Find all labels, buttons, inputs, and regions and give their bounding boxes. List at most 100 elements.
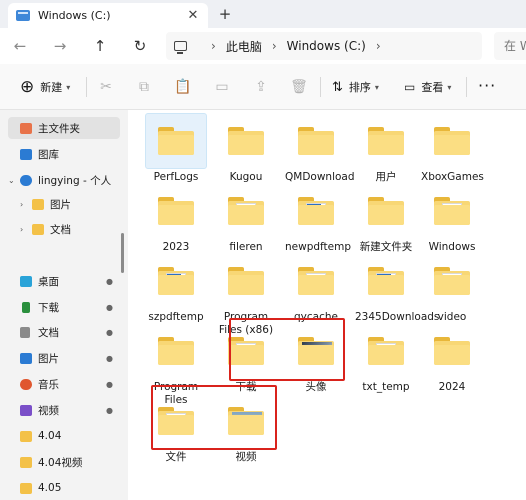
sidebar-item-label: 文档 (38, 326, 59, 339)
breadcrumb-windows-c[interactable]: Windows (C:) (287, 39, 366, 53)
folder-tile (421, 113, 483, 169)
new-label: 新建 (40, 81, 63, 94)
folder-icon (158, 267, 194, 295)
sidebar-item-label: 4.04视频 (38, 456, 83, 469)
folder-icon (158, 197, 194, 225)
share-icon[interactable]: ⇪ (252, 78, 270, 96)
search-input[interactable]: 在 W (494, 32, 526, 60)
folder-item[interactable]: XboxGames (421, 113, 484, 184)
folder-item[interactable]: Windows (421, 183, 483, 254)
sidebar-item-onedrive-pictures[interactable]: › 图片 (20, 193, 71, 215)
folder-tile (285, 113, 347, 169)
folder-item[interactable]: Kugou (215, 113, 277, 184)
cut-icon[interactable]: ✂ (97, 78, 115, 96)
sort-label: 排序 (348, 81, 371, 94)
address-bar-row: ← → ↑ ↻ › 此电脑 › Windows (C:) › 在 W (0, 28, 526, 64)
more-options-button[interactable]: ··· (478, 76, 496, 95)
folder-item[interactable]: 2345Downloads (355, 253, 439, 324)
sidebar-item-4-04[interactable]: 4.04 (8, 425, 61, 447)
folder-item[interactable]: 2023 (145, 183, 207, 254)
folder-icon (20, 456, 32, 468)
view-button[interactable]: ▭ 查看 ▾ (404, 79, 451, 95)
folder-tile (355, 183, 417, 239)
folder-item[interactable]: video (421, 253, 483, 324)
folder-tile (145, 183, 207, 239)
pin-icon[interactable]: ● (106, 277, 113, 286)
rename-icon[interactable]: ▭ (213, 78, 231, 96)
chevron-down-icon: ▾ (447, 82, 452, 92)
expander-expanded-icon[interactable]: ⌄ (8, 176, 20, 185)
expander-icon[interactable]: › (20, 200, 32, 209)
folder-icon (434, 197, 470, 225)
refresh-button[interactable]: ↻ (120, 37, 160, 55)
folder-icon (298, 267, 334, 295)
sidebar-item-onedrive[interactable]: ⌄ lingying - 个人 (8, 169, 111, 191)
view-icon: ▭ (404, 80, 416, 94)
sidebar-item-label: 4.05 (38, 482, 62, 494)
folder-tile (145, 113, 207, 169)
sidebar-item-desktop[interactable]: 桌面 (8, 270, 59, 292)
new-tab-button[interactable]: + (216, 5, 234, 23)
folder-item[interactable]: fileren (215, 183, 277, 254)
folder-tile (145, 253, 207, 309)
paste-icon[interactable]: 📋 (174, 78, 192, 96)
expander-icon[interactable]: › (20, 225, 32, 234)
folder-tile (355, 253, 417, 309)
folder-item[interactable]: qycache (285, 253, 347, 324)
folder-item[interactable]: QMDownload (285, 113, 355, 184)
pin-icon[interactable]: ● (106, 380, 113, 389)
desktop-icon (20, 275, 32, 287)
sidebar-item-4-04-video[interactable]: 4.04视频 (8, 451, 82, 473)
sidebar-item-label: lingying - 个人 (38, 174, 112, 187)
home-icon (20, 122, 32, 134)
breadcrumb[interactable]: › 此电脑 › Windows (C:) › (166, 32, 482, 60)
folder-item[interactable]: PerfLogs (145, 113, 207, 184)
folder-item[interactable]: 用户 (355, 113, 417, 184)
onedrive-icon (20, 174, 32, 186)
sidebar-item-gallery[interactable]: 图库 (8, 143, 59, 165)
copy-icon[interactable]: ⧉ (135, 78, 153, 96)
breadcrumb-this-pc[interactable]: 此电脑 (226, 38, 262, 55)
sidebar-item-4-05[interactable]: 4.05 (8, 477, 61, 499)
sidebar-item-label: 图片 (38, 352, 59, 365)
folder-item[interactable]: szpdftemp (145, 253, 207, 324)
folder-item[interactable]: txt_temp (355, 323, 417, 394)
folder-tile (215, 183, 277, 239)
folder-item[interactable]: 2024 (421, 323, 483, 394)
sidebar-item-videos[interactable]: 视频 (8, 399, 59, 421)
sidebar-item-label: 图片 (50, 198, 71, 211)
sidebar-item-documents[interactable]: 文档 (8, 321, 59, 343)
sidebar-item-onedrive-documents[interactable]: › 文档 (20, 218, 71, 240)
delete-icon[interactable]: 🗑 (290, 78, 308, 96)
folder-tile (355, 113, 417, 169)
folder-icon (368, 197, 404, 225)
sort-button[interactable]: ⇅ 排序 ▾ (332, 79, 379, 95)
folder-tile (145, 323, 207, 379)
pin-icon[interactable]: ● (106, 303, 113, 312)
sidebar-item-music[interactable]: 音乐 (8, 373, 59, 395)
folder-tile (285, 253, 347, 309)
pin-icon[interactable]: ● (106, 328, 113, 337)
folder-icon (434, 127, 470, 155)
tab-windows-c[interactable]: Windows (C:) ✕ (8, 3, 208, 28)
up-button[interactable]: ↑ (80, 37, 120, 55)
folder-tile (215, 253, 277, 309)
pin-icon[interactable]: ● (106, 406, 113, 415)
pin-icon[interactable]: ● (106, 354, 113, 363)
folder-item[interactable]: 新建文件夹 (355, 183, 417, 254)
sidebar-item-home[interactable]: 主文件夹 (8, 117, 120, 139)
forward-button[interactable]: → (40, 37, 80, 55)
title-bar: Windows (C:) ✕ + (0, 0, 526, 28)
folder-item[interactable]: newpdftemp (285, 183, 351, 254)
sidebar-item-label: 下载 (38, 301, 59, 314)
sidebar-item-downloads[interactable]: 下载 (8, 296, 59, 318)
sidebar-item-pictures[interactable]: 图片 (8, 347, 59, 369)
command-bar: ⊕ 新建 ▾ ✂ ⧉ 📋 ▭ ⇪ 🗑 ⇅ 排序 ▾ ▭ 查看 ▾ ··· (0, 64, 526, 110)
new-button[interactable]: ⊕ 新建 ▾ (20, 79, 70, 96)
folder-icon (32, 223, 44, 235)
breadcrumb-separator: › (375, 39, 381, 53)
back-button[interactable]: ← (0, 37, 40, 55)
sidebar-scrollbar[interactable] (121, 233, 124, 273)
close-tab-icon[interactable]: ✕ (186, 8, 200, 23)
divider (320, 77, 321, 97)
